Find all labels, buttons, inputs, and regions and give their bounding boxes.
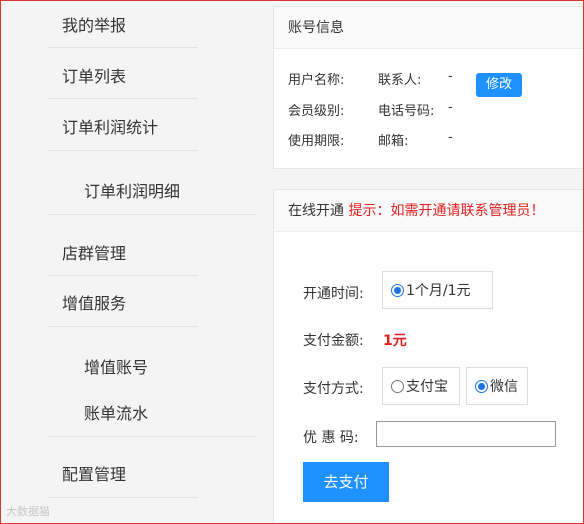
payment-alipay-label: 支付宝 xyxy=(406,379,448,395)
contact-label: 联系人: xyxy=(378,73,422,88)
sidebar-item-label: 店群管理 xyxy=(62,244,127,263)
radio-selected-icon xyxy=(475,379,488,393)
member-level-label: 会员级别: xyxy=(288,104,345,119)
coupon-label: 优 惠 码: xyxy=(303,430,359,446)
email-value: - xyxy=(448,130,453,145)
pay-button[interactable]: 去支付 xyxy=(303,462,389,502)
sidebar-item-order-profit-stats[interactable]: 订单利润统计 xyxy=(48,100,198,151)
sidebar-item-label: 增值账号 xyxy=(84,358,149,377)
main-content: 账号信息 用户名称: 联系人: - 修改 会员级别: 电话号码: - 使用期限:… xyxy=(257,0,584,524)
sidebar-item-value-added[interactable]: 增值服务 xyxy=(48,277,198,327)
coupon-input[interactable] xyxy=(376,421,556,447)
sidebar-item-order-profit-detail[interactable]: 订单利润明细 xyxy=(48,152,257,214)
amount-value: 1元 xyxy=(383,333,407,349)
edit-button[interactable]: 修改 xyxy=(476,73,522,97)
sidebar-item-label: 配置管理 xyxy=(62,465,127,484)
payment-wechat-label: 微信 xyxy=(490,379,518,395)
amount-label: 支付金额: xyxy=(303,333,364,349)
email-label: 邮箱: xyxy=(378,134,409,149)
sidebar-item-value-added-account[interactable]: 增值账号 xyxy=(48,340,257,384)
radio-selected-icon xyxy=(391,283,404,297)
contact-value: - xyxy=(448,69,453,84)
sidebar: 我的举报 订单列表 订单利润统计 订单利润明细 店群管理 增值服务 增值账号 账… xyxy=(0,0,257,524)
payment-wechat-option[interactable]: 微信 xyxy=(466,367,528,405)
sidebar-item-label: 我的举报 xyxy=(62,16,127,35)
sidebar-item-label: 订单列表 xyxy=(62,67,127,86)
phone-label: 电话号码: xyxy=(378,104,435,119)
sidebar-item-order-list[interactable]: 订单列表 xyxy=(48,49,198,99)
radio-unselected-icon xyxy=(391,379,404,393)
sidebar-item-my-reports[interactable]: 我的举报 xyxy=(48,0,198,48)
duration-label: 开通时间: xyxy=(303,286,364,302)
sidebar-item-label: 账单流水 xyxy=(84,404,149,423)
phone-value: - xyxy=(448,100,453,115)
activation-header: 在线开通 提示：如需开通请联系管理员！ xyxy=(274,190,583,232)
divider xyxy=(48,214,257,215)
duration-option[interactable]: 1个月/1元 xyxy=(382,271,493,309)
payment-alipay-option[interactable]: 支付宝 xyxy=(382,367,460,405)
watermark-logo: 大数据猫 xyxy=(6,505,50,518)
expiry-label: 使用期限: xyxy=(288,134,345,149)
account-info-card: 账号信息 用户名称: 联系人: - 修改 会员级别: 电话号码: - 使用期限:… xyxy=(273,6,584,169)
sidebar-item-billing[interactable]: 账单流水 xyxy=(48,386,257,434)
sidebar-item-label: 订单利润明细 xyxy=(84,182,181,201)
duration-option-label: 1个月/1元 xyxy=(406,283,471,299)
payment-method-label: 支付方式: xyxy=(303,381,364,397)
sidebar-item-store-group[interactable]: 店群管理 xyxy=(48,226,198,276)
account-info-title: 账号信息 xyxy=(274,7,583,49)
sidebar-item-label: 增值服务 xyxy=(62,294,127,313)
username-label: 用户名称: xyxy=(288,73,345,88)
activation-hint: 提示：如需开通请联系管理员！ xyxy=(348,203,545,219)
activation-title: 在线开通 xyxy=(288,203,344,219)
sidebar-item-config[interactable]: 配置管理 xyxy=(48,448,198,498)
sidebar-item-label: 订单利润统计 xyxy=(62,118,159,137)
divider xyxy=(48,436,257,437)
